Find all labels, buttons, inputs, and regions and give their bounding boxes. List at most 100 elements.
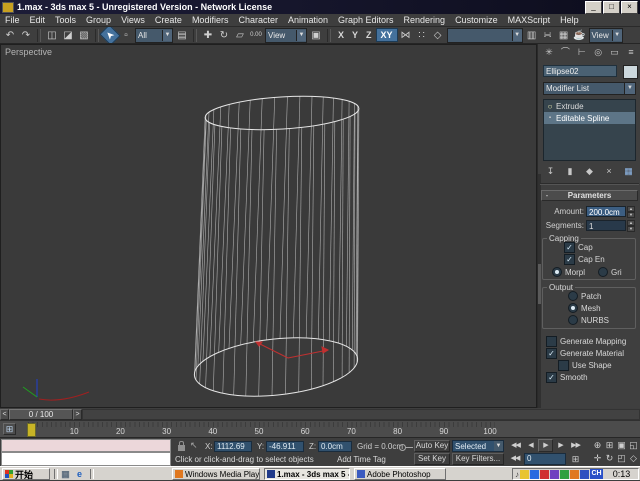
menu-group[interactable]: Group xyxy=(81,15,116,25)
language-indicator[interactable]: CH xyxy=(590,469,603,479)
selection-lock-icon[interactable] xyxy=(178,445,185,451)
show-desktop-icon[interactable]: ▦ xyxy=(60,469,71,479)
cursor-icon[interactable]: ↖ xyxy=(190,440,198,451)
go-to-start-button[interactable]: ◀◀ xyxy=(508,439,523,452)
parameters-rollout-header[interactable]: - Parameters xyxy=(541,190,638,201)
play-button[interactable]: ▶ xyxy=(538,439,553,452)
viewport-config-dropdown[interactable]: View▼ xyxy=(589,28,623,43)
zoom-extents-all-icon[interactable]: ◱ xyxy=(628,439,639,452)
tray-icon[interactable] xyxy=(530,470,539,479)
stack-item-editable-spline[interactable]: ▪ Editable Spline xyxy=(544,112,635,124)
menu-edit[interactable]: Edit xyxy=(25,15,51,25)
menu-views[interactable]: Views xyxy=(116,15,150,25)
render-scene-icon[interactable]: ▥ xyxy=(524,28,540,42)
utilities-tab[interactable]: ≡ xyxy=(624,46,638,59)
render-type-icon[interactable]: ∺ xyxy=(540,28,556,42)
menu-graph-editors[interactable]: Graph Editors xyxy=(333,15,399,25)
named-selection-dropdown[interactable]: ▼ xyxy=(447,28,523,43)
menu-modifiers[interactable]: Modifiers xyxy=(187,15,234,25)
use-pivot-icon[interactable]: ▣ xyxy=(308,28,324,42)
start-button[interactable]: 开始 xyxy=(2,468,50,480)
object-name-field[interactable]: Ellipse02 xyxy=(543,65,617,77)
configure-modifier-sets-icon[interactable]: ▦ xyxy=(621,165,636,178)
axis-z-button[interactable]: Z xyxy=(362,28,376,42)
segments-spinner[interactable]: ▲▼ xyxy=(627,220,635,231)
generate-mapping-checkbox[interactable]: Generate Mapping xyxy=(546,336,626,347)
track-bar-frame-marker[interactable] xyxy=(27,423,36,437)
keyboard-shortcut-override-icon[interactable] xyxy=(399,444,406,451)
tray-icon[interactable] xyxy=(560,470,569,479)
internet-explorer-icon[interactable]: e xyxy=(74,469,85,479)
x-coordinate-field[interactable]: 1112.69 xyxy=(214,441,252,452)
z-coordinate-field[interactable]: 0.0cm xyxy=(318,441,352,452)
percent-snap-icon[interactable]: 0.00 xyxy=(248,28,264,42)
segments-field[interactable]: 1 xyxy=(586,220,626,231)
maxscript-listener-macro[interactable] xyxy=(1,439,171,452)
menu-create[interactable]: Create xyxy=(150,15,187,25)
tray-icon[interactable] xyxy=(540,470,549,479)
add-time-tag[interactable]: Add Time Tag xyxy=(337,455,386,464)
y-coordinate-field[interactable]: -46.911 xyxy=(266,441,304,452)
select-link-icon[interactable]: ◫ xyxy=(44,28,60,42)
maximize-button[interactable]: □ xyxy=(603,1,620,14)
menu-tools[interactable]: Tools xyxy=(50,15,81,25)
taskbar-task-3dsmax[interactable]: 1.max - 3ds max 5 - Unre... xyxy=(264,468,350,480)
mesh-radio[interactable]: Mesh xyxy=(568,303,601,313)
mini-curve-editor-button[interactable]: ⊞ xyxy=(3,423,16,435)
tray-icon[interactable] xyxy=(550,470,559,479)
modifier-list-dropdown[interactable]: Modifier List ▼ xyxy=(543,82,636,95)
patch-radio[interactable]: Patch xyxy=(568,291,601,301)
maxscript-listener-input[interactable] xyxy=(1,452,171,466)
unlink-icon[interactable]: ◪ xyxy=(60,28,76,42)
cap-checkbox[interactable]: ✓ Cap xyxy=(564,242,593,253)
zoom-all-icon[interactable]: ⊞ xyxy=(604,439,615,452)
redo-icon[interactable]: ↷ xyxy=(18,28,34,42)
motion-tab[interactable]: ◎ xyxy=(591,46,605,59)
min-max-toggle-icon[interactable]: ◰ xyxy=(616,452,627,465)
show-end-result-icon[interactable]: ▮ xyxy=(563,165,578,178)
prev-key-icon[interactable]: ◀◀ xyxy=(508,454,522,462)
align-icon[interactable]: ◇ xyxy=(430,28,446,42)
menu-animation[interactable]: Animation xyxy=(283,15,333,25)
menu-help[interactable]: Help xyxy=(555,15,584,25)
hierarchy-tab[interactable]: ⊢ xyxy=(575,46,589,59)
rotate-icon[interactable]: ↻ xyxy=(216,28,232,42)
field-of-view-icon[interactable]: ◇ xyxy=(628,452,639,465)
tray-icon[interactable] xyxy=(570,470,579,479)
taskbar-task-wmp[interactable]: Windows Media Player xyxy=(172,468,260,480)
axis-y-button[interactable]: Y xyxy=(348,28,362,42)
display-tab[interactable]: ▭ xyxy=(608,46,622,59)
ref-coord-dropdown[interactable]: View▼ xyxy=(265,28,307,43)
menu-character[interactable]: Character xyxy=(233,15,283,25)
generate-material-checkbox[interactable]: ✓ Generate Material xyxy=(546,348,624,359)
array-icon[interactable]: ∷ xyxy=(414,28,430,42)
scale-icon[interactable]: ▱ xyxy=(232,28,248,42)
menu-maxscript[interactable]: MAXScript xyxy=(503,15,556,25)
set-key-button[interactable]: Set Key xyxy=(414,453,450,465)
modify-tab[interactable]: ⌒ xyxy=(558,46,572,59)
quick-render-icon[interactable]: ▦ xyxy=(556,28,572,42)
prev-frame-arrow[interactable]: < xyxy=(0,409,9,420)
pan-icon[interactable]: ✛ xyxy=(592,452,603,465)
set-key-selection-dropdown[interactable]: Selected ▼ xyxy=(452,440,504,452)
stack-item-extrude[interactable]: ○ Extrude xyxy=(544,100,635,112)
axis-x-button[interactable]: X xyxy=(334,28,348,42)
key-filters-button[interactable]: Key Filters... xyxy=(452,453,504,465)
perspective-viewport[interactable]: Perspective xyxy=(0,44,537,408)
select-by-name-icon[interactable]: ▤ xyxy=(174,28,190,42)
viewport-label[interactable]: Perspective xyxy=(5,47,52,57)
menu-customize[interactable]: Customize xyxy=(450,15,503,25)
time-slider-handle[interactable]: 0 / 100 xyxy=(9,409,73,420)
amount-field[interactable]: 200.0cm xyxy=(586,206,626,217)
bind-spacewarp-icon[interactable]: ▧ xyxy=(76,28,92,42)
auto-key-button[interactable]: Auto Key xyxy=(414,440,450,452)
arc-rotate-icon[interactable]: ↻ xyxy=(604,452,615,465)
track-bar[interactable]: ⊞ 102030405060708090100 xyxy=(0,420,640,437)
tray-icon[interactable] xyxy=(520,470,529,479)
axis-xy-button[interactable]: XY xyxy=(376,28,398,42)
undo-icon[interactable]: ↶ xyxy=(2,28,18,42)
create-tab[interactable]: ✳ xyxy=(542,46,556,59)
smooth-checkbox[interactable]: ✓ Smooth xyxy=(546,372,588,383)
make-unique-icon[interactable]: ◆ xyxy=(582,165,597,178)
cap-end-checkbox[interactable]: ✓ Cap En xyxy=(564,254,605,265)
